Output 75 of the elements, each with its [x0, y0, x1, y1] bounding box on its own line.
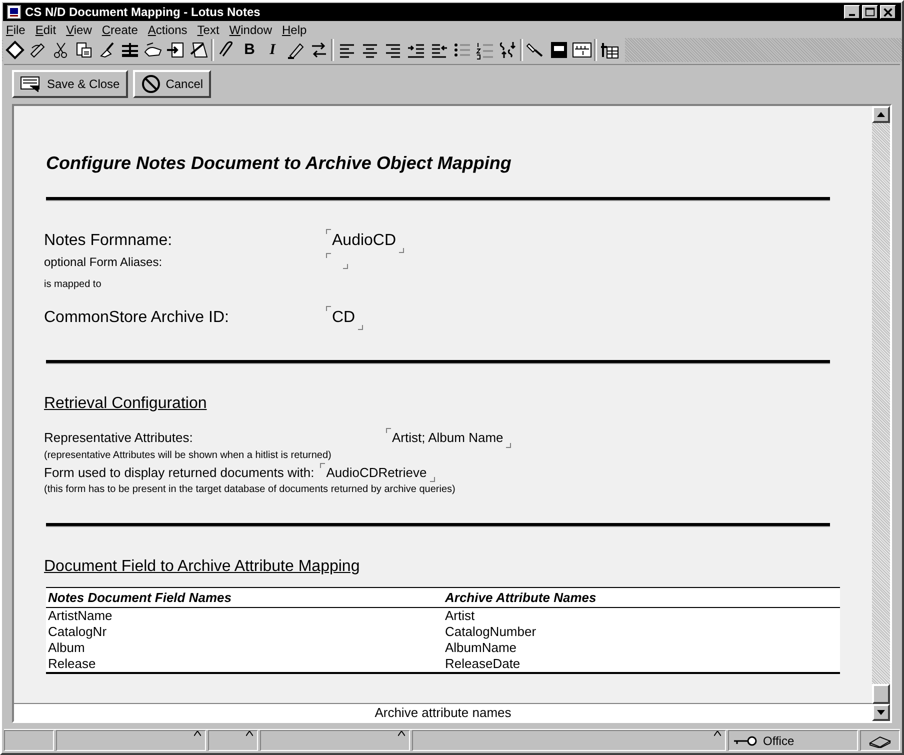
caret-icon [398, 731, 405, 736]
table-icon[interactable] [120, 40, 140, 60]
up-arrow-icon [877, 112, 885, 117]
close-icon [881, 6, 895, 18]
location-status[interactable]: Office [728, 730, 858, 751]
form-field[interactable]: AudioCDRetrieve [320, 462, 435, 482]
menu-item[interactable]: Create [102, 20, 138, 38]
field-help-text: Archive attribute names [374, 704, 512, 722]
maximize-button[interactable] [862, 5, 878, 19]
table-cell-text: ArtistName [47, 607, 114, 626]
import-icon[interactable] [166, 40, 186, 60]
ruler-icon[interactable] [572, 40, 592, 60]
column-header: Notes Document Field Names [47, 588, 232, 607]
field-label: Notes Formname: [44, 231, 174, 251]
key-icon [733, 734, 759, 746]
menu-item[interactable]: Text [197, 20, 220, 38]
formname-field[interactable]: AudioCD [326, 229, 404, 253]
status-segment[interactable] [4, 730, 54, 751]
status-segment[interactable] [56, 730, 206, 751]
save-close-button[interactable]: Save & Close [12, 70, 128, 98]
sort-icon[interactable] [498, 40, 518, 60]
document-heading: Configure Notes Document to Archive Object Mapping [46, 152, 512, 175]
italic-button[interactable]: I [261, 39, 284, 61]
cancel-button[interactable]: Cancel [132, 70, 212, 98]
table-cell-text: AlbumName [444, 639, 518, 658]
table-cell-text: CatalogNumber [444, 623, 538, 642]
field-label: CommonStore Archive ID: [44, 308, 230, 328]
scroll-up-button[interactable] [872, 106, 890, 123]
column-header: Archive Attribute Names [444, 588, 598, 607]
diamond-icon[interactable] [4, 40, 24, 60]
down-arrow-icon [877, 710, 885, 715]
table-cell-text: Artist [444, 607, 476, 626]
mail-status[interactable] [860, 730, 900, 751]
paste-icon[interactable] [74, 40, 94, 60]
archive-id-field[interactable]: CD [326, 306, 364, 330]
field-label: optional Form Aliases: [44, 254, 164, 271]
menu-item[interactable]: File [6, 20, 26, 38]
field-label: Representative Attributes: [44, 429, 194, 447]
maximize-icon [863, 6, 877, 18]
field-label: Form used to display returned documents with: [44, 464, 314, 482]
table-cell-text: Album [47, 639, 86, 658]
menu-item[interactable]: Edit [35, 20, 56, 38]
minimize-icon [849, 14, 855, 16]
caret-icon [246, 731, 253, 736]
menu-item[interactable]: Window [229, 20, 272, 38]
status-segment[interactable] [412, 730, 726, 751]
bold-button[interactable]: B [238, 39, 261, 61]
table-cell-text: ReleaseDate [444, 655, 522, 674]
cancel-icon [140, 74, 161, 94]
minimize-button[interactable] [844, 5, 860, 19]
properties-icon[interactable] [600, 40, 620, 60]
field-note: (this form has to be present in the target database of documents returned by archive queries) [44, 483, 456, 497]
close-button[interactable] [880, 5, 896, 19]
scrollbar[interactable] [872, 106, 890, 721]
app-icon [7, 5, 21, 19]
table-cell-text: CatalogNr [47, 623, 108, 642]
caret-icon [194, 731, 201, 736]
section-heading: Document Field to Archive Attribute Mapping [44, 557, 361, 577]
status-segment[interactable] [208, 730, 258, 751]
menu-item[interactable]: Help [282, 20, 307, 38]
section-heading: Retrieval Configuration [44, 394, 208, 414]
menu-item[interactable]: Actions [148, 20, 188, 38]
mapping-note: is mapped to [44, 278, 102, 292]
aliases-field[interactable] [326, 253, 348, 269]
attributes-field[interactable]: Artist; Album Name [386, 428, 512, 448]
field-note: (representative Attributes will be shown when a hitlist is returned) [44, 448, 332, 462]
scroll-down-button[interactable] [872, 704, 890, 721]
window-title: CS N/D Document Mapping - Lotus Notes [25, 4, 262, 21]
menu-item[interactable]: View [66, 20, 92, 38]
numbered-list-icon[interactable] [474, 40, 494, 60]
scroll-thumb[interactable] [872, 684, 890, 704]
inbox-icon [868, 734, 892, 748]
status-segment[interactable] [260, 730, 410, 751]
caret-icon [714, 731, 721, 736]
table-cell-text: Release [47, 655, 97, 674]
